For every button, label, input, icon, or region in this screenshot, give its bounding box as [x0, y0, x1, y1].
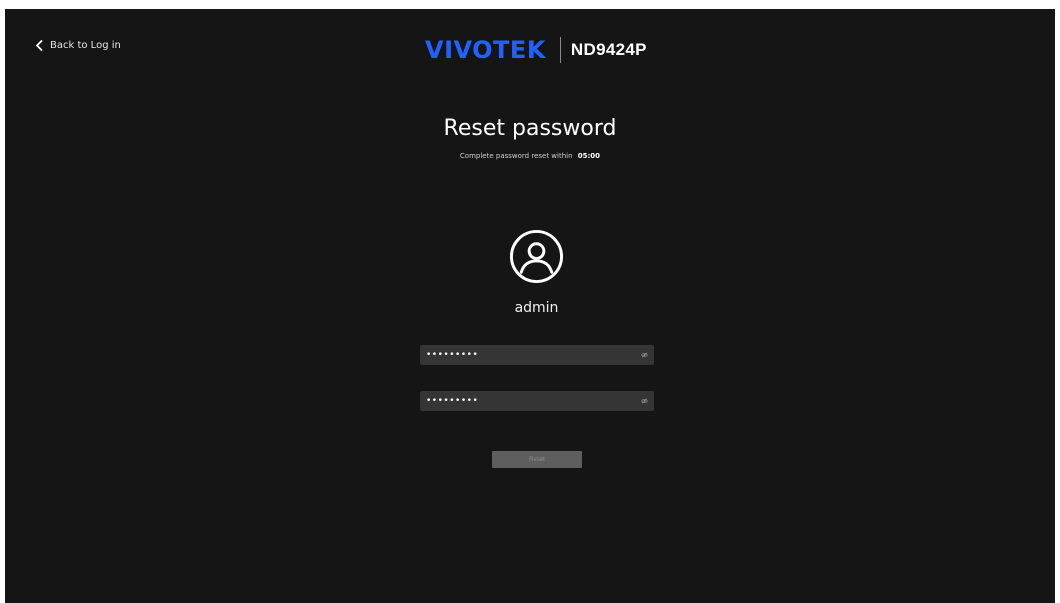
vivotek-logo: VIVOTEK	[425, 36, 546, 64]
reset-button[interactable]: Reset	[492, 451, 582, 468]
confirm-password-field[interactable]	[420, 391, 654, 411]
new-password-field[interactable]	[420, 345, 654, 365]
brand-header: VIVOTEK ND9424P	[425, 35, 647, 65]
timer-label: Complete password reset within	[459, 152, 573, 160]
reset-timer-text: Complete password reset within 05:00	[5, 152, 1055, 160]
confirm-password-input[interactable]	[426, 391, 641, 411]
countdown-timer: 05:00	[577, 152, 601, 160]
brand-divider	[559, 37, 561, 63]
back-link-label: Back to Log in	[50, 40, 121, 51]
device-model: ND9424P	[570, 40, 647, 59]
new-password-input[interactable]	[426, 345, 641, 365]
page-title: Reset password	[443, 116, 617, 141]
eye-slash-icon[interactable]	[641, 352, 648, 358]
username: admin	[514, 300, 559, 316]
back-to-login-link[interactable]: Back to Log in	[35, 40, 121, 51]
reset-password-screen: Back to Log in VIVOTEK ND9424P Reset pas…	[5, 9, 1055, 603]
eye-slash-icon[interactable]	[641, 398, 648, 404]
chevron-left-icon	[36, 40, 43, 51]
user-circle-icon	[509, 229, 564, 284]
